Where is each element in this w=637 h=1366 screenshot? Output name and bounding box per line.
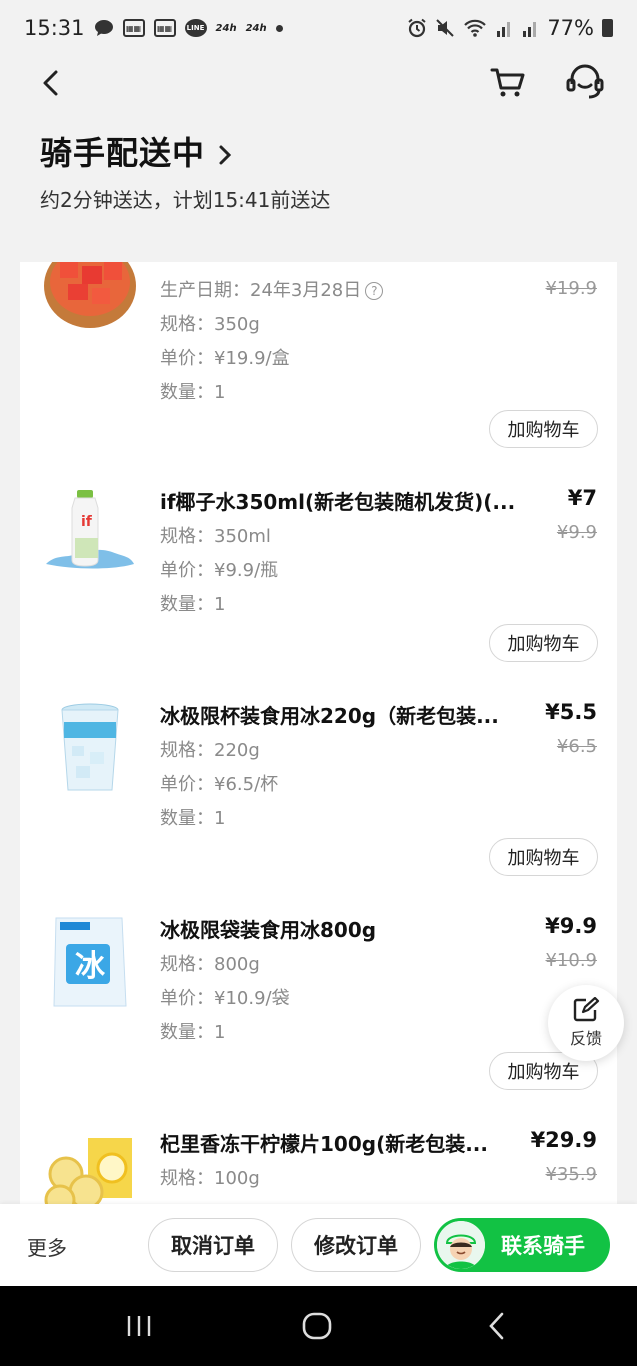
coconut-water-image: if — [42, 486, 138, 582]
quantity-text: 数量：1 — [160, 1022, 226, 1043]
delivery-status-title[interactable]: 骑手配送中 — [40, 128, 232, 174]
chat-bubble-icon — [94, 19, 114, 37]
cancel-order-button[interactable]: 取消订单 — [148, 1218, 278, 1272]
product-name[interactable]: 冰极限杯装食用冰220g（新老包装... — [160, 700, 520, 729]
signal-icon — [521, 18, 539, 38]
home-icon[interactable] — [300, 1308, 334, 1348]
spec-text: 规格：800g — [160, 954, 260, 975]
add-to-cart-button[interactable]: 加购物车 — [489, 624, 598, 662]
system-nav-bar — [0, 1286, 637, 1366]
news-icon: ▦▦ — [122, 19, 145, 37]
original-price: ¥35.9 — [545, 1164, 597, 1185]
feedback-label: 反馈 — [569, 1029, 602, 1048]
rider-avatar — [435, 1219, 487, 1271]
original-price: ¥9.9 — [556, 522, 597, 543]
product-name[interactable]: if椰子水350ml(新老包装随机发货)(... — [160, 486, 520, 515]
quantity-text: 数量：1 — [160, 808, 226, 829]
spec-text: 规格：100g — [160, 1168, 260, 1189]
price: ¥5.5 — [545, 700, 597, 724]
notification-dot-icon — [275, 24, 283, 32]
top-nav — [0, 56, 637, 106]
list-item: 冰 冰极限袋装食用冰800g ¥9.9 ¥10.9 规格：800g 单价：¥10… — [20, 914, 617, 1128]
unit-price-text: 单价：¥6.5/杯 — [160, 774, 279, 795]
product-name[interactable]: 冰极限袋装食用冰800g — [160, 914, 520, 943]
original-price: ¥19.9 — [545, 278, 597, 299]
list-item: if if椰子水350ml(新老包装随机发货)(... ¥7 ¥9.9 规格：3… — [20, 486, 617, 700]
price: ¥29.9 — [530, 1128, 597, 1152]
list-item: 杞里香冻干柠檬片100g(新老包装... ¥29.9 ¥35.9 规格：100g — [20, 1128, 617, 1204]
price: ¥7 — [567, 486, 597, 510]
page-title: 骑手配送中 — [40, 134, 206, 172]
mute-icon — [435, 18, 455, 38]
lemon-slices-image — [42, 1134, 138, 1204]
watermelon-image — [42, 262, 138, 338]
feedback-button[interactable]: 反馈 — [548, 985, 624, 1061]
customer-service-icon[interactable] — [564, 62, 606, 102]
battery-icon — [602, 19, 613, 37]
recent-apps-icon[interactable] — [124, 1308, 154, 1348]
list-item: 冰极限杯装食用冰220g（新老包装... ¥5.5 ¥6.5 规格：220g 单… — [20, 700, 617, 914]
news-icon: ▦▦ — [153, 19, 176, 37]
edit-icon — [573, 997, 600, 1022]
more-button[interactable]: 更多 — [27, 1232, 67, 1261]
back-icon[interactable] — [36, 62, 68, 102]
status-time: 15:31 — [24, 16, 85, 40]
alarm-icon — [407, 18, 427, 38]
unit-price-text: 单价：¥19.9/盒 — [160, 348, 290, 369]
add-to-cart-button[interactable]: 加购物车 — [489, 838, 598, 876]
24h-icon: 24h — [245, 22, 267, 34]
line-icon: LINE — [184, 19, 207, 37]
cart-icon[interactable] — [488, 62, 528, 102]
delivery-eta: 约2分钟送达，计划15:41前送达 — [40, 188, 331, 212]
original-price: ¥6.5 — [556, 736, 597, 757]
production-date: 生产日期：24年3月28日? — [160, 276, 384, 302]
order-items-list: ¥19.9 生产日期：24年3月28日? 规格：350g 单价：¥19.9/盒 … — [20, 262, 617, 1204]
ice-bag-label: 冰 — [75, 949, 106, 984]
svg-text:if: if — [81, 514, 93, 530]
battery-percent: 77% — [547, 16, 594, 40]
ice-bag-image: 冰 — [42, 914, 138, 1010]
contact-rider-button[interactable]: 联系骑手 — [434, 1218, 610, 1272]
price: ¥9.9 — [545, 914, 597, 938]
list-item: ¥19.9 生产日期：24年3月28日? 规格：350g 单价：¥19.9/盒 … — [20, 262, 617, 456]
spec-text: 规格：220g — [160, 740, 260, 761]
help-icon[interactable]: ? — [365, 282, 384, 300]
chevron-right-icon — [218, 144, 232, 170]
unit-price-text: 单价：¥10.9/袋 — [160, 988, 290, 1009]
quantity-text: 数量：1 — [160, 382, 226, 403]
contact-rider-label: 联系骑手 — [501, 1234, 585, 1258]
unit-price-text: 单价：¥9.9/瓶 — [160, 560, 279, 581]
bottom-action-bar: 更多 取消订单 修改订单 联系骑手 — [0, 1204, 637, 1286]
signal-icon — [495, 18, 513, 38]
ice-cup-image — [42, 700, 138, 796]
spec-text: 规格：350g — [160, 314, 260, 335]
add-to-cart-button[interactable]: 加购物车 — [489, 410, 598, 448]
spec-text: 规格：350ml — [160, 526, 271, 547]
24h-icon: 24h — [215, 22, 237, 34]
product-name[interactable]: 杞里香冻干柠檬片100g(新老包装... — [160, 1128, 520, 1157]
quantity-text: 数量：1 — [160, 594, 226, 615]
system-back-icon[interactable] — [484, 1308, 510, 1348]
original-price: ¥10.9 — [545, 950, 597, 971]
status-bar: 15:31 ▦▦ ▦▦ LINE 24h 24h 77% — [0, 0, 637, 56]
production-date-text: 生产日期：24年3月28日 — [160, 280, 362, 301]
modify-order-button[interactable]: 修改订单 — [291, 1218, 421, 1272]
wifi-icon — [463, 18, 487, 38]
